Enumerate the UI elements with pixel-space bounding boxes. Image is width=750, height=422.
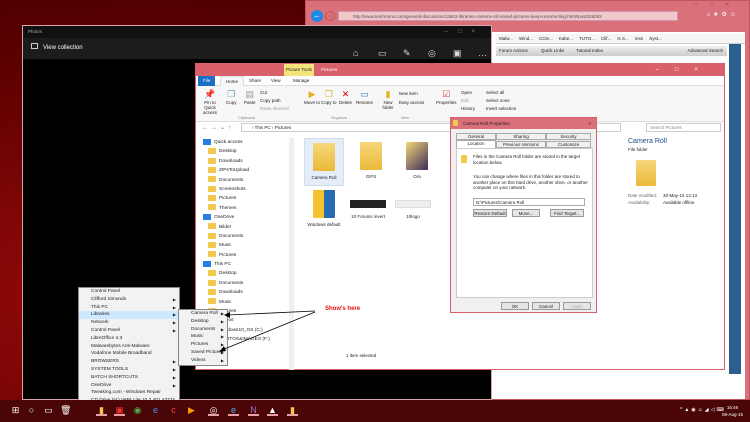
arrow-to-camera-roll bbox=[227, 310, 316, 316]
task-view-icon[interactable]: ▭ bbox=[43, 405, 54, 416]
ccleaner-icon[interactable]: c bbox=[168, 405, 179, 416]
annotation-arrows bbox=[219, 310, 316, 352]
internet-explorer-icon[interactable]: e bbox=[228, 405, 239, 416]
app-taskbar-icon[interactable]: ▣ bbox=[114, 405, 125, 416]
chrome-icon[interactable]: ◉ bbox=[132, 405, 143, 416]
search-icon[interactable]: ○ bbox=[26, 405, 37, 416]
explorer-pinned-icon[interactable]: ▮ bbox=[287, 405, 298, 416]
edge-icon[interactable]: e bbox=[150, 405, 161, 416]
arrow-to-pictures bbox=[221, 311, 316, 351]
date: 08-Aug-15 bbox=[722, 412, 744, 417]
start-button[interactable]: ⊞ bbox=[10, 405, 21, 416]
arrowhead bbox=[219, 346, 226, 352]
arrowhead bbox=[224, 312, 230, 318]
time: 16:46 bbox=[726, 405, 739, 410]
onenote-icon[interactable]: N bbox=[248, 405, 259, 416]
recycle-bin-icon[interactable]: 🗑 bbox=[60, 405, 71, 416]
annotation-text: Show's here bbox=[325, 306, 361, 312]
file-explorer-taskbar-icon[interactable]: ▮ bbox=[96, 405, 107, 416]
media-icon[interactable]: ▶ bbox=[186, 405, 197, 416]
photos-taskbar-icon[interactable]: ▲ bbox=[267, 405, 278, 416]
system-tray-icons[interactable]: ^▲◉☺◢◁⌨ bbox=[680, 407, 726, 413]
camera-icon[interactable]: ◎ bbox=[208, 405, 219, 416]
clock[interactable]: 16:46 08-Aug-15 bbox=[722, 404, 743, 418]
taskbar: ⊞ ○ ▭ 🗑 ▮ ▣ ◉ e c ▶ ◎ e N ▲ ▮ ^▲◉☺◢◁⌨ 16… bbox=[0, 400, 750, 422]
